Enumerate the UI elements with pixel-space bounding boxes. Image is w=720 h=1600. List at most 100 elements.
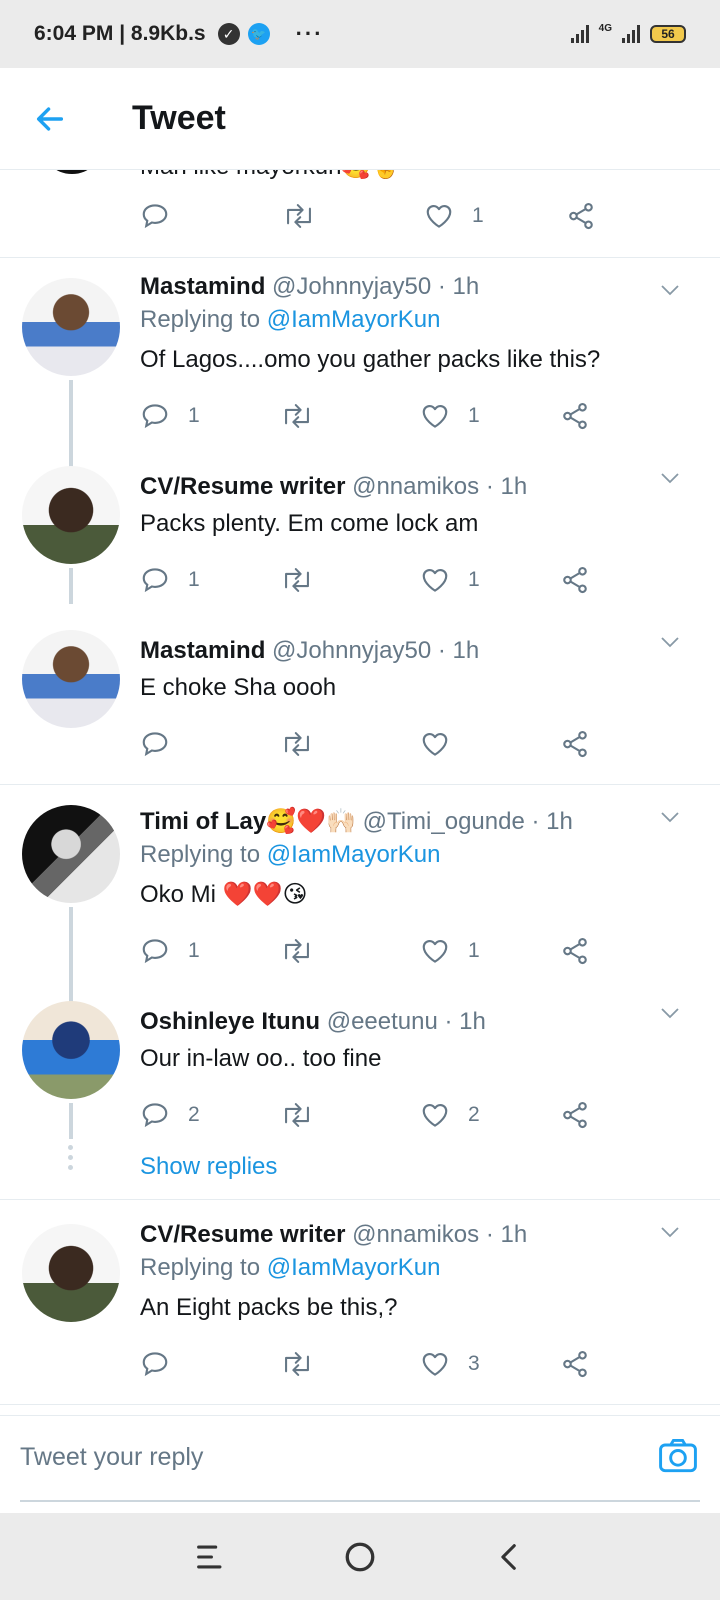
author-name[interactable]: Timi of Lay🥰❤️🙌🏻: [140, 808, 356, 835]
like-icon: [422, 568, 448, 592]
reply-tweet[interactable]: Mastamind @Johnnyjay50 · 1h Replying to …: [0, 258, 720, 478]
like-icon: [422, 1352, 448, 1376]
retweet-icon: [285, 404, 309, 428]
share-button[interactable]: [560, 565, 700, 595]
partial-tweet[interactable]: Man like mayorkun🥰✌️ 1: [0, 170, 720, 258]
mention-link[interactable]: @IamMayorKun: [267, 306, 441, 333]
caret-down-icon[interactable]: [658, 1220, 682, 1244]
reply-tweet[interactable]: Timi of Lay🥰❤️🙌🏻 @Timi_ogunde · 1h Reply…: [0, 785, 720, 1005]
tweet-meta: Timi of Lay🥰❤️🙌🏻 @Timi_ogunde · 1h: [140, 807, 700, 837]
reply-button[interactable]: [140, 201, 282, 231]
retweet-icon: [285, 1103, 309, 1127]
twitter-bird-icon: 🐦: [247, 23, 270, 45]
reply-icon: [142, 939, 168, 964]
caret-down-icon[interactable]: [658, 278, 682, 302]
reply-button[interactable]: 1: [140, 565, 280, 595]
like-button[interactable]: 1: [420, 936, 560, 966]
menu-icon: [197, 1545, 222, 1568]
camera-button[interactable]: [656, 1434, 700, 1478]
signal-icon-2: [622, 25, 640, 43]
avatar[interactable]: [22, 805, 120, 903]
author-name[interactable]: Mastamind: [140, 273, 265, 300]
like-count: 1: [468, 939, 480, 962]
author-name[interactable]: Mastamind: [140, 637, 265, 664]
like-button[interactable]: 3: [420, 1349, 560, 1379]
share-icon: [563, 1350, 587, 1378]
reply-tweet[interactable]: Mastamind @Johnnyjay50 · 1h E choke Sha …: [0, 610, 720, 785]
like-button[interactable]: [420, 729, 560, 759]
reply-icon: [142, 568, 168, 593]
reply-icon: [142, 732, 168, 757]
home-button[interactable]: [335, 1532, 385, 1582]
reply-compose-bar: [0, 1415, 720, 1513]
like-count: 1: [472, 204, 484, 227]
retweet-button[interactable]: [280, 401, 420, 431]
like-button[interactable]: 1: [420, 565, 560, 595]
caret-down-icon[interactable]: [658, 805, 682, 829]
tweet-meta: Mastamind @Johnnyjay50 · 1h: [140, 636, 700, 666]
reply-count: 1: [188, 568, 200, 591]
avatar[interactable]: [22, 1001, 120, 1099]
like-icon: [422, 1103, 448, 1127]
like-button[interactable]: 1: [424, 201, 566, 231]
thread-line: [69, 1103, 73, 1139]
reply-button[interactable]: [140, 1349, 280, 1379]
like-button[interactable]: 2: [420, 1100, 560, 1130]
reply-tweet[interactable]: CV/Resume writer @nnamikos · 1h Replying…: [0, 1200, 720, 1405]
author-name[interactable]: Oshinleye Itunu: [140, 1008, 320, 1035]
retweet-button[interactable]: [282, 201, 424, 231]
retweet-button[interactable]: [280, 565, 420, 595]
like-count: 1: [468, 568, 480, 591]
avatar[interactable]: [40, 170, 104, 174]
reply-tweet[interactable]: CV/Resume writer @nnamikos · 1h Packs pl…: [0, 446, 720, 610]
show-replies-link[interactable]: Show replies: [140, 1153, 277, 1181]
tweet-meta: CV/Resume writer @nnamikos · 1h: [140, 472, 700, 502]
handle-time: @Johnnyjay50 · 1h: [272, 637, 480, 664]
author-name[interactable]: CV/Resume writer: [140, 473, 345, 500]
retweet-button[interactable]: [280, 936, 420, 966]
tweet-meta: Mastamind @Johnnyjay50 · 1h: [140, 272, 700, 302]
handle-time: @nnamikos · 1h: [352, 1221, 528, 1248]
share-button[interactable]: [566, 201, 708, 231]
retweet-icon: [285, 1352, 309, 1376]
reply-count: 1: [188, 404, 200, 427]
thread-line: [69, 568, 73, 604]
reply-icon: [142, 1352, 168, 1377]
share-button[interactable]: [560, 936, 700, 966]
system-back-button[interactable]: [485, 1532, 535, 1582]
handle-time: @eeetunu · 1h: [326, 1008, 486, 1035]
retweet-icon: [285, 568, 309, 592]
reply-count: 1: [188, 939, 200, 962]
caret-down-icon[interactable]: [658, 1001, 682, 1025]
recent-apps-button[interactable]: [185, 1532, 235, 1582]
share-button[interactable]: [560, 1100, 700, 1130]
like-button[interactable]: 1: [420, 401, 560, 431]
reply-tweet[interactable]: Oshinleye Itunu @eeetunu · 1h Our in-law…: [0, 981, 720, 1200]
caret-down-icon[interactable]: [658, 630, 682, 654]
reply-button[interactable]: 1: [140, 936, 280, 966]
mention-link[interactable]: @IamMayorKun: [267, 841, 441, 868]
replying-to: Replying to @IamMayorKun: [140, 841, 441, 868]
avatar[interactable]: [22, 278, 120, 376]
author-name[interactable]: CV/Resume writer: [140, 1221, 345, 1248]
share-icon: [563, 937, 587, 965]
tweet-reply-input[interactable]: [20, 1416, 620, 1498]
reply-button[interactable]: 2: [140, 1100, 280, 1130]
retweet-button[interactable]: [280, 729, 420, 759]
tweet-text: Of Lagos....omo you gather packs like th…: [140, 346, 601, 373]
reply-button[interactable]: 1: [140, 401, 280, 431]
back-arrow-icon: [36, 106, 64, 131]
share-button[interactable]: [560, 729, 700, 759]
avatar[interactable]: [22, 466, 120, 564]
avatar[interactable]: [22, 630, 120, 728]
retweet-button[interactable]: [280, 1100, 420, 1130]
retweet-button[interactable]: [280, 1349, 420, 1379]
mention-link[interactable]: @IamMayorKun: [267, 1254, 441, 1281]
back-button[interactable]: [20, 89, 80, 149]
share-icon: [563, 402, 587, 430]
avatar[interactable]: [22, 1224, 120, 1322]
caret-down-icon[interactable]: [658, 466, 682, 490]
share-button[interactable]: [560, 1349, 700, 1379]
share-button[interactable]: [560, 401, 700, 431]
reply-button[interactable]: [140, 729, 280, 759]
